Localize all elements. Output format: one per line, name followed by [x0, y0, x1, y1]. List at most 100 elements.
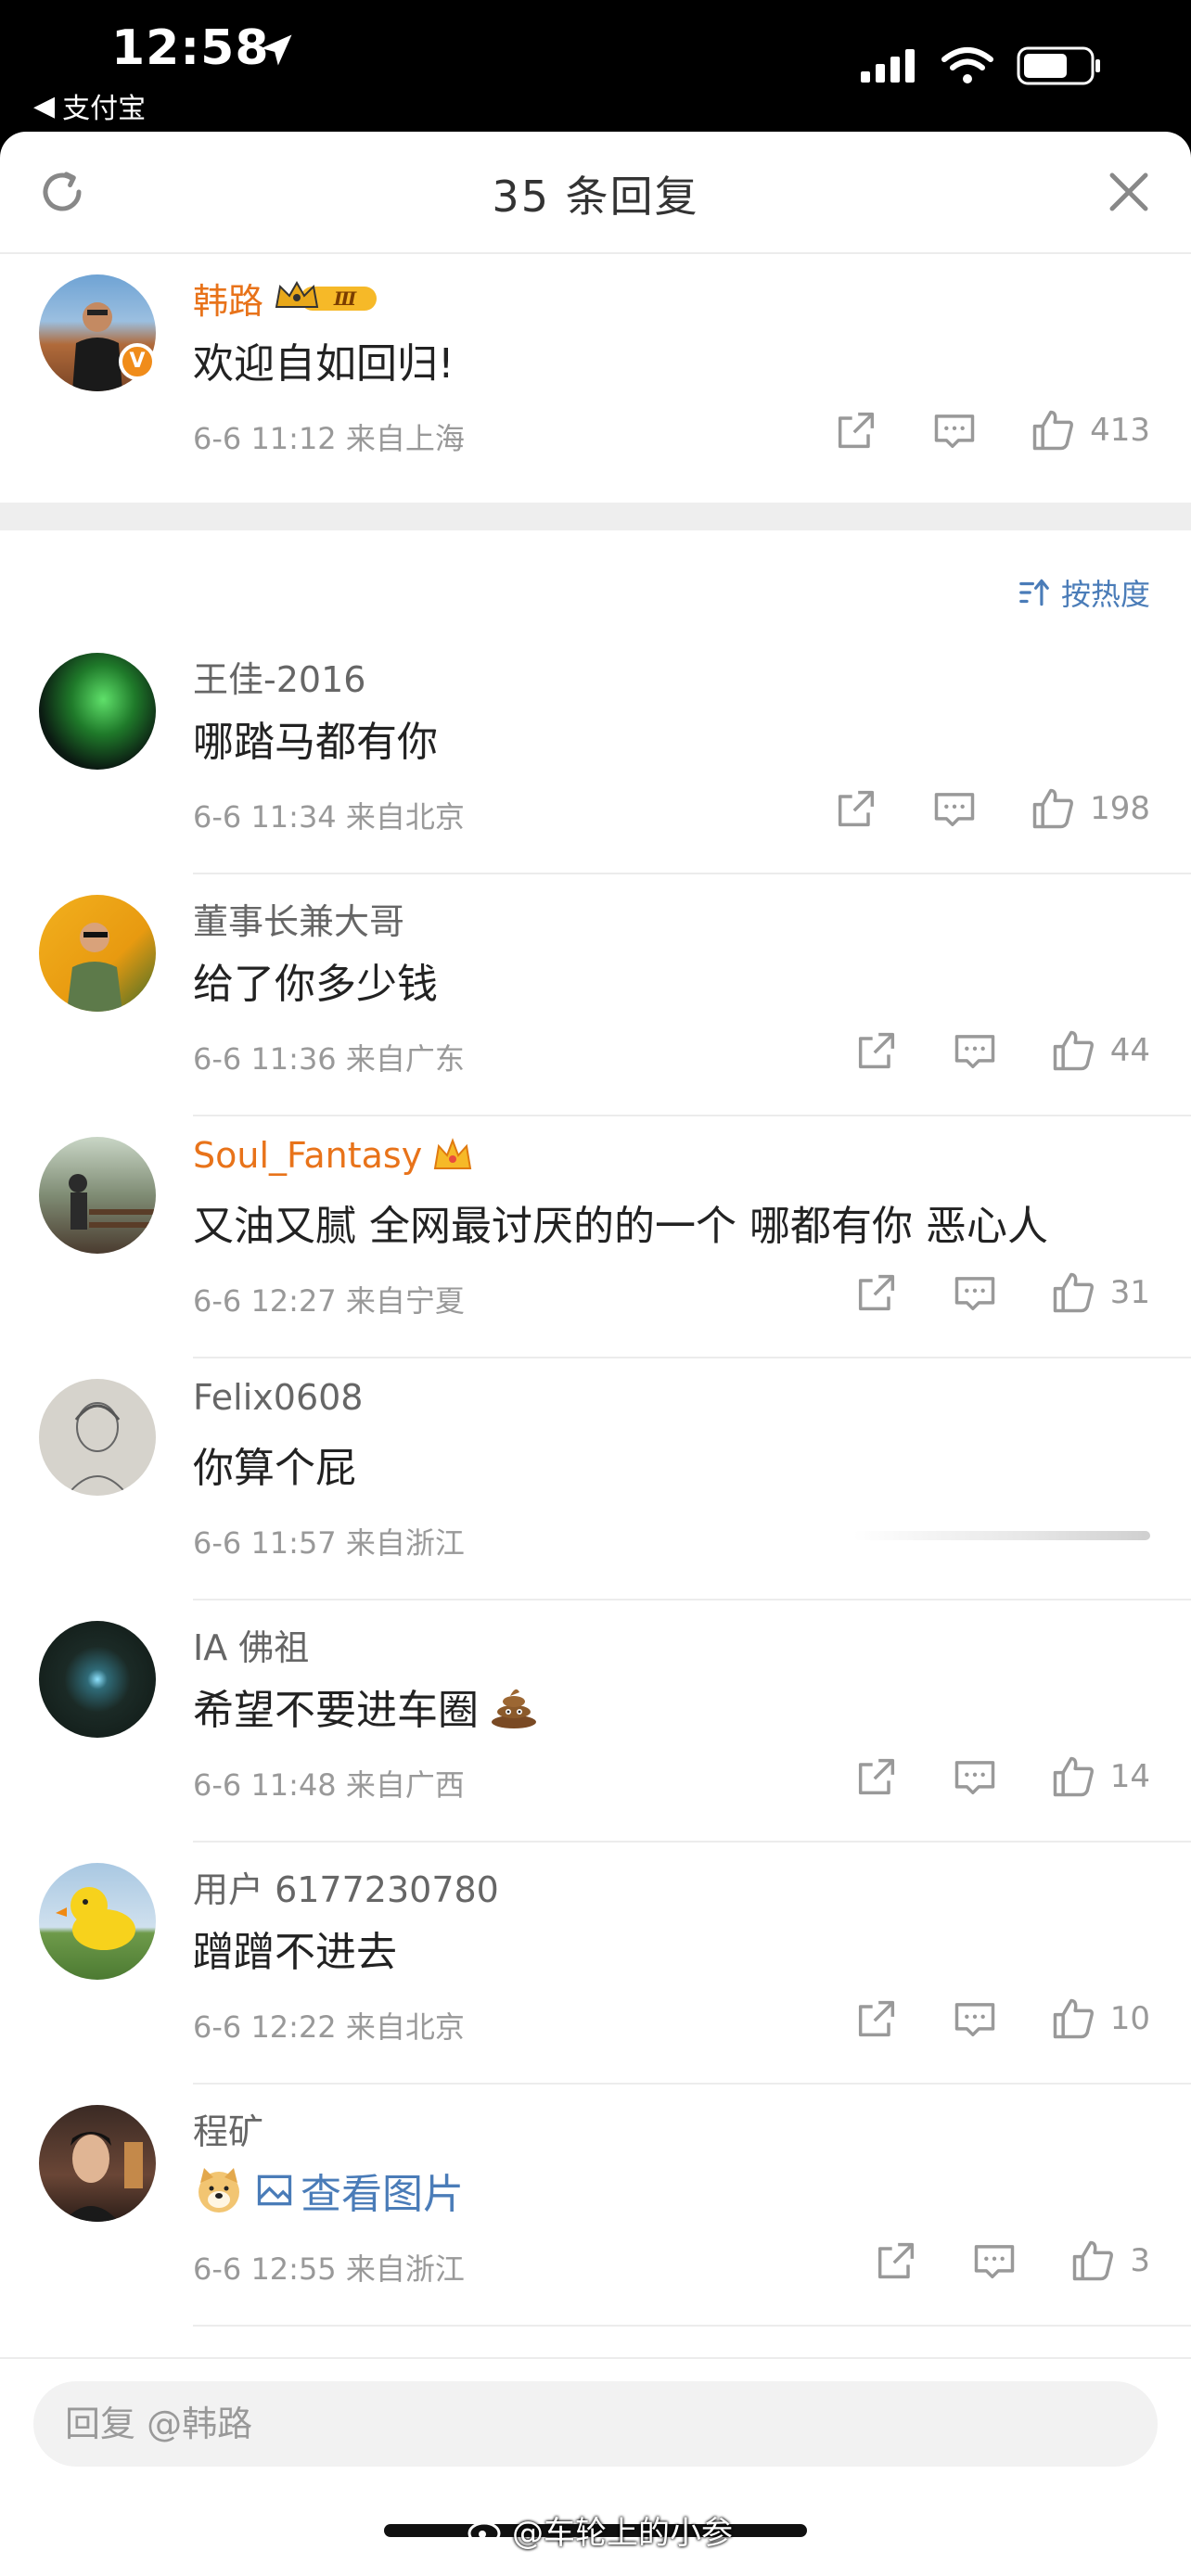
comment-text: 你算个屁: [193, 1445, 356, 1492]
like-count: 198: [1090, 790, 1150, 827]
avatar[interactable]: [39, 1137, 156, 1254]
thumbs-up-icon: [1053, 1998, 1094, 2039]
comment-meta: 6-6 11:12 来自上海: [193, 421, 465, 456]
like-button[interactable]: 10: [1049, 1995, 1150, 2043]
sort-bar: 按热度: [0, 530, 1191, 632]
comment-meta: 6-6 11:36 来自广东: [193, 1041, 465, 1077]
username[interactable]: 用户 6177230780: [193, 1861, 499, 1912]
sort-by-hot-button[interactable]: 按热度: [1017, 571, 1150, 614]
list-item: 董事长兼大哥 给了你多少钱 6-6 11:36 来自广东 44: [0, 874, 1191, 1116]
comment-text: 希望不要进车圈: [193, 1677, 540, 1736]
vip-crown-badge-icon: Ⅲ: [275, 280, 378, 311]
thumbs-up-icon: [1053, 1756, 1094, 1797]
comment-meta: 6-6 12:22 来自北京: [193, 2009, 465, 2045]
share-icon[interactable]: [852, 1269, 901, 1317]
share-icon[interactable]: [852, 1753, 901, 1801]
avatar[interactable]: [39, 895, 156, 1012]
comment-icon[interactable]: [951, 1027, 999, 1075]
sort-icon: [1019, 579, 1049, 606]
sheet-header: 35 条回复: [0, 132, 1191, 254]
comment-text: 蹭蹭不进去: [193, 1929, 397, 1976]
avatar[interactable]: [39, 653, 156, 770]
reply-sheet: 35 条回复 V 韩路 Ⅲ 欢迎自如回归! 6-6 11:12 来自上海 413…: [0, 132, 1191, 2576]
share-icon[interactable]: [832, 406, 880, 454]
vip-level-text: Ⅲ: [333, 287, 357, 310]
thumbs-up-icon: [1053, 1030, 1094, 1071]
wifi-icon: [941, 47, 993, 83]
list-item: 王佳-2016 哪踏马都有你 6-6 11:34 来自北京 198: [0, 632, 1191, 874]
back-to-app-button[interactable]: ◀ 支付宝: [33, 85, 146, 126]
like-button[interactable]: 14: [1049, 1753, 1150, 1801]
like-button[interactable]: 413: [1029, 406, 1150, 454]
comment-text: 查看图片: [193, 2161, 464, 2220]
view-image-label: 查看图片: [301, 2171, 464, 2218]
reply-input[interactable]: 回复 @韩路: [33, 2381, 1158, 2467]
comment-text: 欢迎自如回归!: [193, 340, 455, 388]
watermark-text: @车轮上的小参: [512, 2515, 733, 2552]
view-image-link[interactable]: 查看图片: [254, 2161, 464, 2220]
image-icon: [257, 2174, 292, 2206]
doge-emoji-icon: [198, 2168, 239, 2213]
comment-icon[interactable]: [930, 784, 979, 833]
comment-icon[interactable]: [951, 1269, 999, 1317]
username[interactable]: Soul_Fantasy: [193, 1135, 474, 1176]
username[interactable]: Felix0608: [193, 1377, 363, 1418]
avatar[interactable]: [39, 1863, 156, 1980]
blurred-actions: [853, 1531, 1150, 1540]
reply-bar: 回复 @韩路 @车轮上的小参: [0, 2357, 1191, 2576]
comment-text: 又油又腻 全网最讨厌的的一个 哪都有你 恶心人: [193, 1203, 1048, 1250]
username[interactable]: IA 佛祖: [193, 1619, 309, 1670]
share-icon[interactable]: [872, 2237, 920, 2285]
like-count: 31: [1109, 1274, 1150, 1311]
list-item: Felix0608 你算个屁 6-6 11:57 来自浙江: [0, 1358, 1191, 1600]
like-count: 44: [1109, 1032, 1150, 1069]
section-separator: [0, 503, 1191, 530]
close-icon[interactable]: [1104, 167, 1154, 217]
share-icon[interactable]: [832, 784, 880, 833]
verified-badge-icon: V: [119, 343, 156, 380]
list-item: 用户 6177230780 蹭蹭不进去 6-6 12:22 来自北京 10: [0, 1843, 1191, 2085]
weibo-logo-icon: [467, 2521, 501, 2544]
like-count: 3: [1130, 2242, 1150, 2279]
comment-meta: 6-6 12:27 来自宁夏: [193, 1283, 465, 1319]
username-text: Soul_Fantasy: [193, 1135, 423, 1176]
back-triangle-icon: ◀: [33, 89, 56, 122]
like-count: 413: [1090, 412, 1150, 449]
comment-icon[interactable]: [951, 1753, 999, 1801]
status-time: 12:58: [111, 20, 270, 76]
status-bar: 12:58 ◀ 支付宝: [0, 0, 1191, 132]
like-button[interactable]: 3: [1069, 2237, 1150, 2285]
thumbs-up-icon: [1032, 410, 1074, 451]
like-button[interactable]: 31: [1049, 1269, 1150, 1317]
username[interactable]: 程矿: [193, 2103, 263, 2154]
share-icon[interactable]: [852, 1027, 901, 1075]
comment-meta: 6-6 11:57 来自浙江: [193, 1525, 465, 1561]
like-count: 14: [1109, 1758, 1150, 1795]
username-text: 韩路: [193, 281, 264, 322]
thumbs-up-icon: [1073, 2240, 1114, 2281]
battery-icon: [1017, 46, 1100, 85]
avatar[interactable]: [39, 2105, 156, 2222]
list-item: 程矿 查看图片 6-6 12:55 来自浙江 3: [0, 2085, 1191, 2327]
sort-label: 按热度: [1060, 577, 1150, 612]
comment-meta: 6-6 11:34 来自北京: [193, 799, 465, 835]
like-count: 10: [1109, 2000, 1150, 2037]
username[interactable]: 董事长兼大哥: [193, 893, 404, 944]
thumbs-up-icon: [1053, 1272, 1094, 1313]
poop-emoji-icon: [492, 1689, 536, 1728]
avatar[interactable]: [39, 1379, 156, 1496]
avatar[interactable]: [39, 1621, 156, 1738]
like-button[interactable]: 198: [1029, 784, 1150, 833]
comment-meta: 6-6 11:48 来自广西: [193, 1767, 465, 1803]
thumbs-up-icon: [1032, 788, 1074, 829]
location-arrow-icon: [261, 34, 292, 66]
like-button[interactable]: 44: [1049, 1027, 1150, 1075]
share-icon[interactable]: [852, 1995, 901, 2043]
username[interactable]: 王佳-2016: [193, 651, 365, 702]
comment-icon[interactable]: [930, 406, 979, 454]
comment-icon[interactable]: [951, 1995, 999, 2043]
comment-icon[interactable]: [970, 2237, 1018, 2285]
page-title: 35 条回复: [492, 172, 699, 222]
username[interactable]: 韩路 Ⅲ: [193, 273, 380, 324]
cellular-signal-icon: [861, 49, 915, 83]
